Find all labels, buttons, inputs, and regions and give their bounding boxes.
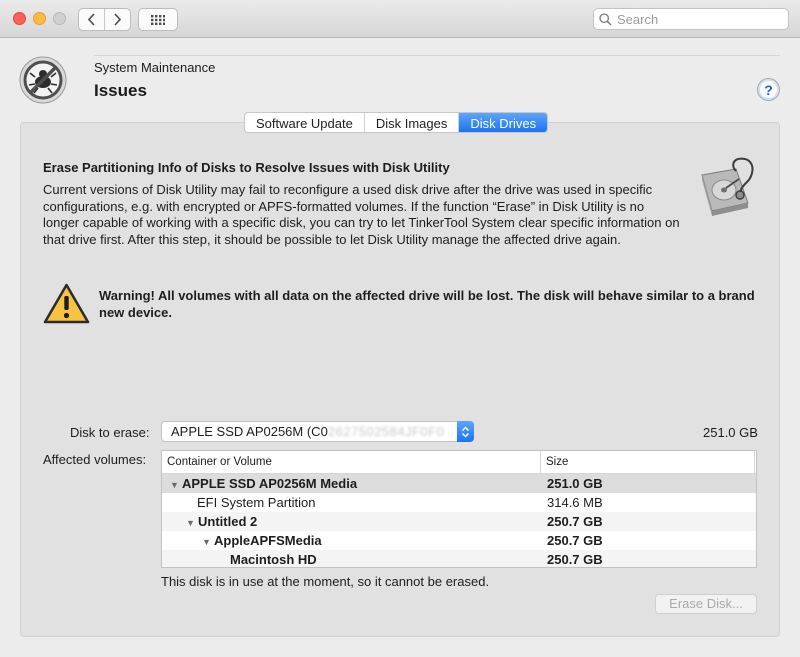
tab-bar: Software Update Disk Images Disk Drives: [244, 112, 549, 133]
volume-name: AppleAPFSMedia: [214, 533, 322, 548]
volume-name: Untitled 2: [198, 514, 258, 529]
disk-select-popup[interactable]: APPLE SSD AP0256M (C02627502584JF0F0: [161, 421, 474, 442]
table-header: Container or Volume Size: [162, 451, 756, 474]
disk-to-erase-label: Disk to erase:: [70, 425, 150, 440]
disk-serial-obscured: 2627502584JF0F0: [327, 424, 445, 439]
minimize-window-button[interactable]: [33, 12, 46, 25]
table-row[interactable]: Macintosh HD 250.7 GB: [162, 550, 756, 567]
volume-size: 250.7 GB: [547, 533, 603, 548]
table-row[interactable]: ▼ APPLE SSD AP0256M Media 251.0 GB: [162, 474, 756, 493]
volume-size: 251.0 GB: [547, 476, 603, 491]
volume-size: 250.7 GB: [547, 552, 603, 567]
volume-size: 250.7 GB: [547, 514, 603, 529]
column-header-volume[interactable]: Container or Volume: [162, 451, 541, 473]
content-title: Erase Partitioning Info of Disks to Reso…: [43, 160, 450, 175]
table-row[interactable]: EFI System Partition 314.6 MB: [162, 493, 756, 512]
affected-volumes-label: Affected volumes:: [43, 452, 147, 467]
system-maintenance-icon: [19, 56, 67, 104]
tab-disk-images[interactable]: Disk Images: [365, 113, 460, 132]
section-label: System Maintenance: [94, 60, 216, 75]
disk-size: 251.0 GB: [703, 425, 758, 440]
table-row[interactable]: ▼ AppleAPFSMedia 250.7 GB: [162, 531, 756, 550]
forward-button[interactable]: [104, 9, 130, 30]
back-button[interactable]: [79, 9, 104, 30]
show-all-button[interactable]: [138, 8, 178, 31]
page-title: Issues: [94, 81, 147, 100]
popup-arrows-icon: [457, 421, 474, 442]
volume-name: APPLE SSD AP0256M Media: [182, 476, 358, 491]
tab-software-update[interactable]: Software Update: [245, 113, 365, 132]
chevron-left-icon: [87, 13, 95, 26]
grid-icon: [151, 14, 165, 25]
zoom-window-button[interactable]: [53, 12, 66, 25]
disk-select-value: APPLE SSD AP0256M (C0: [171, 424, 328, 439]
search-icon: [599, 12, 612, 26]
tab-disk-drives[interactable]: Disk Drives: [459, 113, 548, 132]
title-bar: [0, 0, 800, 38]
volume-name: Macintosh HD: [230, 552, 317, 567]
disk-stethoscope-icon: [701, 157, 754, 216]
header-separator: [94, 55, 780, 56]
chevron-right-icon: [114, 13, 122, 26]
volumes-table[interactable]: Container or Volume Size ▼ APPLE SSD AP02…: [161, 450, 757, 568]
warning-icon: [43, 283, 90, 324]
volume-size: 314.6 MB: [547, 495, 603, 510]
navigation-buttons: [78, 8, 131, 31]
column-header-size[interactable]: Size: [541, 451, 755, 473]
close-window-button[interactable]: [13, 12, 26, 25]
search-input[interactable]: [617, 11, 777, 27]
volume-name: EFI System Partition: [197, 495, 316, 510]
warning-text: Warning! All volumes with all data on th…: [99, 288, 755, 320]
help-button[interactable]: ?: [757, 78, 780, 101]
erase-disk-button[interactable]: Erase Disk...: [655, 594, 757, 614]
search-field[interactable]: [593, 8, 789, 30]
status-message: This disk is in use at the moment, so it…: [161, 574, 490, 589]
table-row[interactable]: ▼ Untitled 2 250.7 GB: [162, 512, 756, 531]
content-description: Current versions of Disk Utility may fai…: [43, 182, 680, 247]
